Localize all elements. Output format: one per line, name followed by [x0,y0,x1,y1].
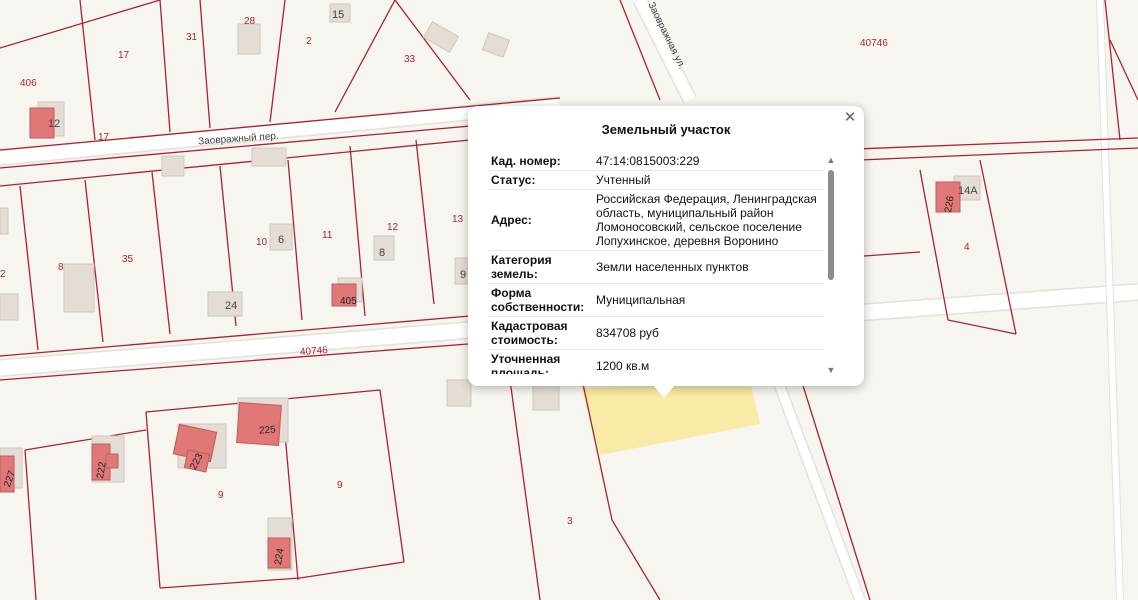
attribute-row: Кадастровая стоимость: 834708 руб [488,317,824,350]
close-icon[interactable]: ✕ [842,110,858,126]
plot-label: 17 [118,50,130,61]
plot-label: 33 [404,54,416,65]
house-number: 12 [48,118,60,130]
parcel-attributes-list[interactable]: Кад. номер: 47:14:0815003:229 Статус: Уч… [488,152,824,374]
plot-label: 9 [337,480,343,491]
attribute-value: Муниципальная [596,293,686,307]
plot-label: 35 [122,254,134,265]
attribute-key: Кад. номер: [491,154,561,168]
attribute-value: 1200 кв.м [596,359,650,373]
house-number: 6 [278,234,284,246]
parcel-info-popup: Земельный участок ✕ Кад. номер: 47:14:08… [468,106,864,398]
plot-label: 40746 [860,38,888,49]
attribute-key: Уточненная площадь: [491,352,561,374]
plot-label: 31 [186,32,198,43]
plot-label: 9 [218,490,224,501]
scroll-thumb[interactable] [828,170,834,280]
attribute-row: Адрес: Российская Федерация, Ленинградск… [488,190,824,251]
attribute-value: Учтенный [596,173,651,187]
attribute-row: Кад. номер: 47:14:0815003:229 [488,152,824,171]
attribute-key: Адрес: [491,213,532,227]
attribute-key: Кадастровая стоимость: [491,319,568,347]
plot-label: 13 [452,214,464,225]
house-label-14a: 14А [958,185,978,197]
plot-label: 17 [98,132,110,143]
house-number: 24 [225,300,237,312]
building-number: 405 [340,296,357,307]
attribute-key: Форма собственности: [491,286,585,314]
house-number: 8 [379,247,385,259]
house-number: 15 [332,9,344,21]
plot-label: 2 [0,269,6,280]
scroll-up-icon[interactable]: ▲ [826,156,836,165]
plot-label: 10 [256,237,268,248]
attribute-row: Уточненная площадь: 1200 кв.м [488,350,824,374]
plot-label: 2 [306,36,312,47]
popup-title: Земельный участок [601,122,731,137]
plot-label: 28 [244,16,256,27]
attribute-key: Категория земель: [491,253,552,281]
attribute-value: 47:14:0815003:229 [596,154,700,168]
attribute-value: Российская Федерация, Ленинградская обла… [596,192,817,248]
attribute-row: Форма собственности: Муниципальная [488,284,824,317]
plot-label: 406 [20,78,37,89]
attribute-value: 834708 руб [596,326,659,340]
attribute-row: Категория земель: Земли населенных пункт… [488,251,824,284]
house-number: 9 [460,269,466,281]
attribute-key: Статус: [491,173,536,187]
plot-label: 3 [567,516,573,527]
scroll-down-icon[interactable]: ▼ [826,366,836,375]
plot-label: 11 [322,230,333,241]
plot-label: 8 [58,262,64,273]
building-number: 225 [259,424,277,436]
plot-label: 40746 [300,345,329,358]
popup-pointer [654,386,674,398]
attribute-row: Статус: Учтенный [488,171,824,190]
attribute-value: Земли населенных пунктов [596,260,749,274]
plot-label: 4 [964,242,970,253]
plot-label: 12 [387,222,399,233]
popup-scrollbar[interactable]: ▲ ▼ [826,156,836,375]
